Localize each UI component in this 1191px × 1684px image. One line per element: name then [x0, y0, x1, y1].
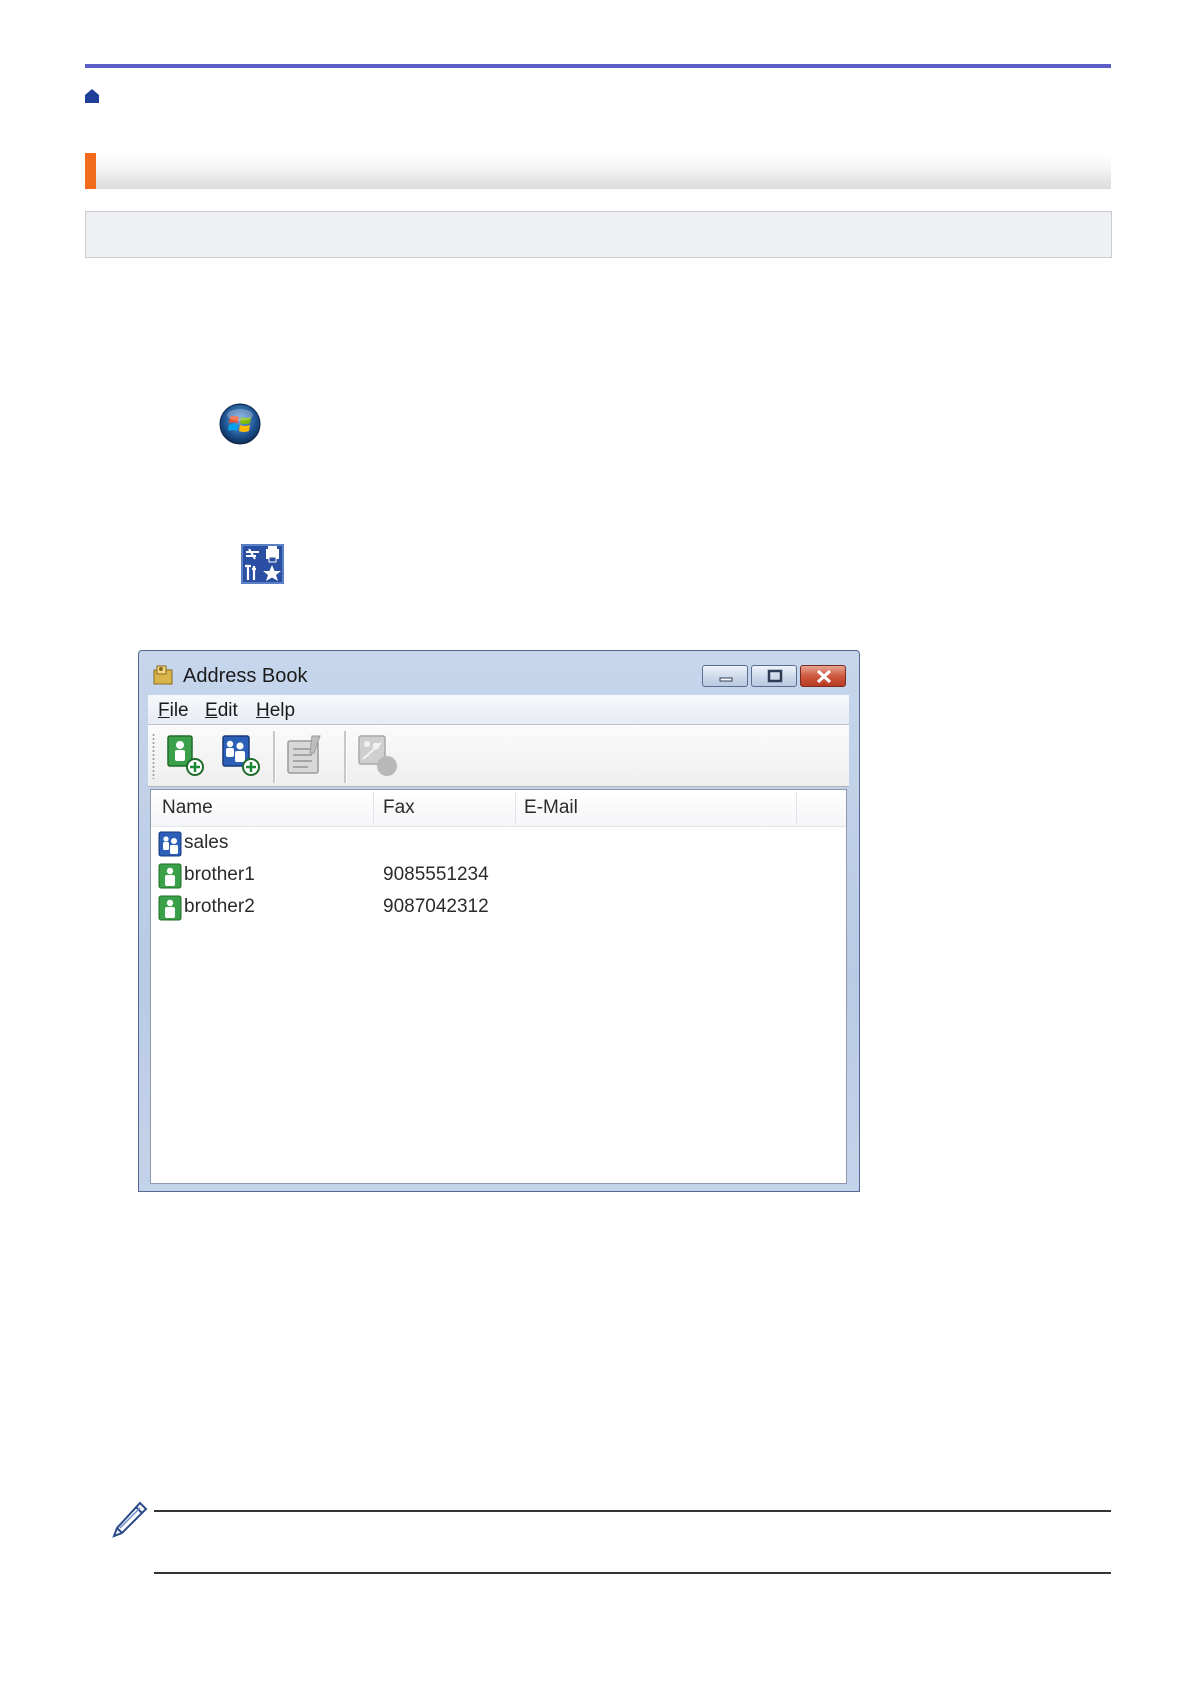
section-title-bar [85, 153, 1111, 189]
column-header-name[interactable]: Name [162, 790, 213, 826]
menu-file-rest: ile [169, 700, 189, 721]
column-header-fax[interactable]: Fax [383, 790, 415, 826]
brother-utilities-tools-icon [241, 544, 284, 584]
column-header-email[interactable]: E-Mail [524, 790, 578, 826]
add-member-icon[interactable] [162, 733, 208, 779]
close-button[interactable] [800, 665, 846, 687]
toolbar-grip[interactable] [152, 733, 155, 779]
list-item[interactable]: sales [151, 828, 846, 860]
close-icon [816, 669, 832, 684]
list-item[interactable]: brother1 9085551234 [151, 860, 846, 892]
menu-file[interactable]: File [158, 700, 189, 722]
group-icon [158, 831, 182, 857]
edit-icon [287, 735, 321, 774]
address-book-window: Address Book File Edit Help Name Fax E-M… [138, 650, 860, 1192]
toolbar-separator [344, 731, 347, 783]
maximize-button[interactable] [751, 665, 797, 687]
menu-edit[interactable]: Edit [205, 700, 238, 722]
menu-help-accel: H [256, 700, 270, 721]
column-divider[interactable] [796, 792, 797, 824]
member-icon [158, 863, 182, 889]
row-name: brother1 [184, 864, 255, 885]
menu-edit-accel: E [205, 700, 218, 721]
address-book-app-icon [153, 665, 173, 685]
home-icon[interactable] [84, 88, 100, 104]
row-fax: 9085551234 [383, 864, 489, 885]
menu-file-accel: F [158, 700, 170, 721]
minimize-button[interactable] [702, 665, 748, 687]
note-bottom-rule [154, 1572, 1111, 1574]
windows-start-orb-icon [219, 403, 261, 445]
add-group-icon[interactable] [218, 733, 264, 779]
list-item[interactable]: brother2 9087042312 [151, 892, 846, 924]
menu-help-rest: elp [269, 700, 296, 721]
column-header-row: Name Fax E-Mail [151, 790, 846, 827]
related-models-band [85, 211, 1112, 258]
member-icon [158, 895, 182, 921]
minimize-icon [719, 677, 733, 682]
window-title: Address Book [183, 665, 308, 687]
contacts-list[interactable]: Name Fax E-Mail sales brother1 908555123… [150, 789, 847, 1184]
window-titlebar[interactable]: Address Book [139, 651, 859, 695]
header-rule [85, 64, 1111, 68]
note-top-rule [154, 1510, 1111, 1512]
row-fax: 9087042312 [383, 896, 489, 917]
menu-bar: File Edit Help [148, 695, 849, 725]
toolbar [148, 725, 849, 787]
menu-help[interactable]: Help [256, 700, 295, 722]
column-divider[interactable] [515, 792, 516, 824]
section-title-accent [85, 153, 96, 189]
delete-icon [358, 735, 397, 776]
column-divider[interactable] [373, 792, 374, 824]
maximize-icon [767, 669, 783, 683]
menu-edit-rest: dit [217, 700, 238, 721]
pencil-note-icon [112, 1501, 148, 1538]
row-name: brother2 [184, 896, 255, 917]
row-name: sales [184, 832, 229, 853]
toolbar-separator [273, 731, 276, 783]
